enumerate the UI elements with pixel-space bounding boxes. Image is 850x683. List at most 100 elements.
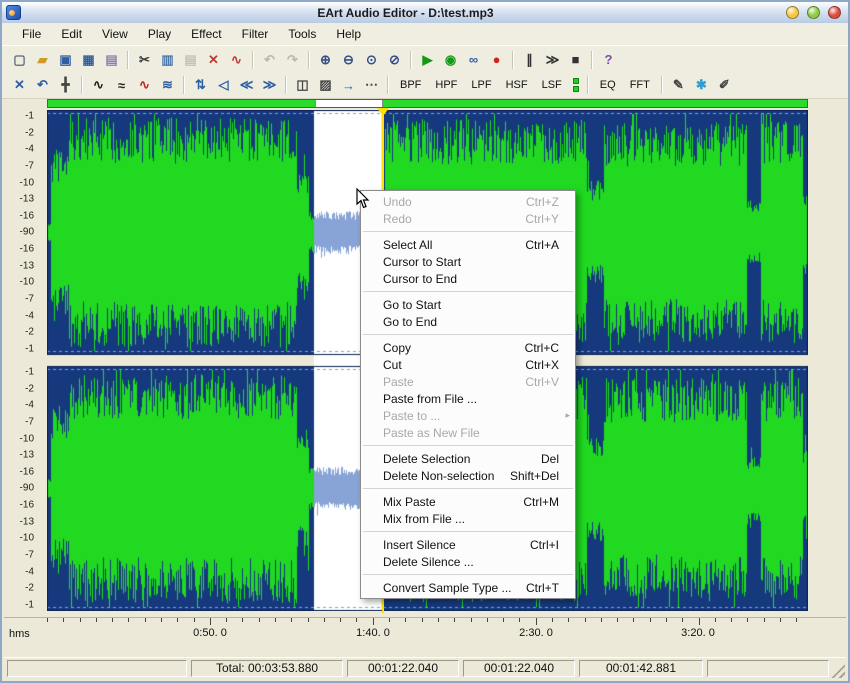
hsf-button[interactable]: HSF [499, 79, 535, 91]
loop-play-icon[interactable]: ∞ [463, 50, 484, 70]
lsf-button[interactable]: LSF [535, 79, 569, 91]
new-file-icon[interactable]: ▢ [9, 50, 30, 70]
db-label: -10 [20, 277, 34, 288]
zoom-in-icon[interactable]: ⊕ [315, 50, 336, 70]
context-menu-item[interactable]: Go to End [361, 313, 575, 330]
pause-icon[interactable]: ∥ [519, 50, 540, 70]
maximize-button[interactable] [807, 6, 820, 19]
minimize-button[interactable] [786, 6, 799, 19]
delete-icon[interactable]: ✕ [203, 50, 224, 70]
ruler-tick [650, 618, 651, 622]
toolbar-separator [591, 51, 593, 69]
help-icon[interactable]: ? [598, 50, 619, 70]
menu-file[interactable]: File [12, 25, 51, 43]
cut-icon[interactable]: ✂ [134, 50, 155, 70]
ruler-unit-label: hms [9, 628, 30, 640]
db-label: -10 [20, 433, 34, 444]
context-menu-item[interactable]: Cursor to End [361, 270, 575, 287]
menu-item-label: Select All [383, 238, 515, 252]
hatch-icon[interactable]: ▨ [315, 75, 336, 95]
ruler-tick [291, 618, 292, 622]
forward-icon[interactable]: ≫ [542, 50, 563, 70]
reverb-icon[interactable]: ≫ [259, 75, 280, 95]
echo-icon[interactable]: ≪ [236, 75, 257, 95]
play-icon[interactable]: ▶ [417, 50, 438, 70]
denoise-icon[interactable]: ✱ [691, 75, 712, 95]
context-menu-item[interactable]: CutCtrl+X [361, 356, 575, 373]
context-menu-item[interactable]: Delete Non-selectionShift+Del [361, 467, 575, 484]
menu-item-label: Copy [383, 341, 515, 355]
speaker-icon[interactable]: ◁ [213, 75, 234, 95]
menu-tools[interactable]: Tools [278, 25, 326, 43]
zoom-out-icon[interactable]: ⊖ [338, 50, 359, 70]
fft-button[interactable]: FFT [623, 79, 657, 91]
waveform-red-icon[interactable]: ∿ [134, 75, 155, 95]
menu-separator [363, 291, 573, 292]
zoom-selection-icon[interactable]: ⊙ [361, 50, 382, 70]
context-menu-item[interactable]: Convert Sample Type ...Ctrl+T [361, 579, 575, 596]
hpf-button[interactable]: HPF [428, 79, 464, 91]
ruler-tick [617, 618, 618, 622]
zoom-full-icon[interactable]: ⊘ [384, 50, 405, 70]
menu-view[interactable]: View [92, 25, 138, 43]
edit-envelope-icon[interactable]: ✎ [668, 75, 689, 95]
spectrum-icon[interactable]: ≈ [111, 75, 132, 95]
menu-filter[interactable]: Filter [232, 25, 279, 43]
lpf-button[interactable]: LPF [464, 79, 498, 91]
paste-icon: ▤ [180, 50, 201, 70]
fade-icon[interactable]: ↶ [32, 75, 53, 95]
db-label: -7 [25, 160, 34, 171]
context-menu-item[interactable]: Mix from File ... [361, 510, 575, 527]
menu-edit[interactable]: Edit [51, 25, 92, 43]
db-label: -13 [20, 516, 34, 527]
menu-item-shortcut: Shift+Del [510, 469, 559, 483]
toolbar-separator [410, 51, 412, 69]
context-menu-item[interactable]: Insert SilenceCtrl+I [361, 536, 575, 553]
stop-icon[interactable]: ■ [565, 50, 586, 70]
file-properties-icon[interactable]: ▤ [101, 50, 122, 70]
playback-cursor-marker[interactable] [377, 108, 389, 122]
app-icon[interactable] [6, 5, 21, 20]
overview-selection[interactable] [315, 100, 383, 107]
context-menu-item[interactable]: Delete SelectionDel [361, 450, 575, 467]
menu-play[interactable]: Play [138, 25, 181, 43]
db-label: -2 [25, 127, 34, 138]
swap-channels-icon[interactable]: ⇅ [190, 75, 211, 95]
menu-help[interactable]: Help [326, 25, 371, 43]
context-menu-item[interactable]: Paste from File ... [361, 390, 575, 407]
waveform-mix-icon[interactable]: ≋ [157, 75, 178, 95]
open-folder-icon[interactable]: ▰ [32, 50, 53, 70]
redo-icon: ↷ [282, 50, 303, 70]
eq-button[interactable]: EQ [593, 79, 623, 91]
resample-icon[interactable]: → [338, 75, 359, 95]
filter-edit-icon[interactable]: ✐ [714, 75, 735, 95]
cursor-center-icon[interactable]: ╋ [55, 75, 76, 95]
dither-icon[interactable]: ⋯ [361, 75, 382, 95]
menu-item-label: Insert Silence [383, 538, 520, 552]
time-ruler[interactable]: hms 0:50. 01:40. 02:30. 03:20. 0 [4, 617, 846, 644]
save-as-icon[interactable]: ▦ [78, 50, 99, 70]
close-button[interactable] [828, 6, 841, 19]
context-menu-item[interactable]: Go to Start [361, 296, 575, 313]
record-icon[interactable]: ● [486, 50, 507, 70]
submenu-arrow-icon: ▸ [565, 410, 570, 421]
context-menu-item[interactable]: Cursor to Start [361, 253, 575, 270]
ruler-tick [438, 618, 439, 622]
context-menu-item: PasteCtrl+V [361, 373, 575, 390]
waveform-icon[interactable]: ∿ [88, 75, 109, 95]
menu-effect[interactable]: Effect [181, 25, 231, 43]
context-menu-item: Paste as New File [361, 424, 575, 441]
overview-bar[interactable] [47, 99, 808, 108]
play-all-icon[interactable]: ◉ [440, 50, 461, 70]
chart-icon[interactable]: ◫ [292, 75, 313, 95]
bpf-button[interactable]: BPF [393, 79, 428, 91]
context-menu-item[interactable]: Delete Silence ... [361, 553, 575, 570]
trim-icon[interactable]: ∿ [226, 50, 247, 70]
save-icon[interactable]: ▣ [55, 50, 76, 70]
context-menu-item[interactable]: Select AllCtrl+A [361, 236, 575, 253]
context-menu-item[interactable]: Mix PasteCtrl+M [361, 493, 575, 510]
context-menu-item[interactable]: CopyCtrl+C [361, 339, 575, 356]
copy-icon[interactable]: ▥ [157, 50, 178, 70]
crossfade-icon[interactable]: ✕ [9, 75, 30, 95]
menu-item-label: Go to Start [383, 298, 559, 312]
